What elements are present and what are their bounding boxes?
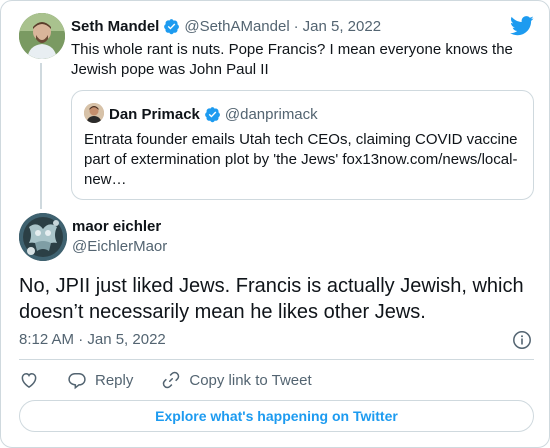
twitter-bird-icon[interactable] [510, 16, 534, 36]
tweet-date[interactable]: Jan 5, 2022 [303, 18, 381, 35]
verified-badge-icon [205, 106, 220, 122]
parent-tweet-text: This whole rant is nuts. Pope Francis? I… [71, 41, 513, 78]
author-handle[interactable]: @EichlerMaor [72, 238, 167, 255]
author-name[interactable]: Seth Mandel [71, 18, 159, 35]
copy-link-label: Copy link to Tweet [189, 371, 312, 389]
quoted-tweet-text: Entrata founder emails Utah tech CEOs, c… [84, 131, 518, 188]
avatar[interactable] [19, 13, 65, 59]
avatar[interactable] [19, 213, 67, 261]
quoted-tweet-header: Dan Primack @danprimack [109, 104, 318, 124]
quoted-tweet[interactable]: Dan Primack @danprimack Entrata founder … [71, 90, 534, 200]
tweet-text: No, JPII just liked Jews. Francis is act… [19, 275, 524, 323]
reply-icon [68, 373, 86, 390]
separator: · [293, 17, 299, 35]
tweet-timestamp[interactable]: 8:12 AM · Jan 5, 2022 [19, 331, 166, 348]
reply-label: Reply [95, 371, 134, 389]
verified-badge-icon [164, 18, 180, 34]
link-icon [163, 371, 180, 389]
divider [19, 359, 534, 360]
author-name[interactable]: maor eichler [72, 218, 161, 235]
tweet-actions: Reply Copy link to Tweet [19, 368, 340, 392]
author-handle[interactable]: @SethAMandel [184, 18, 289, 35]
heart-icon [21, 372, 37, 388]
like-button[interactable] [19, 370, 39, 390]
avatar [84, 103, 104, 123]
tweet-embed-card: Seth Mandel @SethAMandel · Jan 5, 2022 T… [0, 0, 550, 448]
explore-twitter-button[interactable]: Explore what's happening on Twitter [19, 400, 534, 432]
author-handle: @danprimack [224, 105, 318, 123]
parent-tweet-header: Seth Mandel @SethAMandel · Jan 5, 2022 [71, 16, 381, 36]
reply-button[interactable]: Reply [67, 370, 133, 390]
thread-connector [40, 63, 42, 209]
author-name: Dan Primack [109, 105, 200, 123]
copy-link-button[interactable]: Copy link to Tweet [161, 370, 312, 390]
info-icon[interactable] [512, 330, 532, 350]
